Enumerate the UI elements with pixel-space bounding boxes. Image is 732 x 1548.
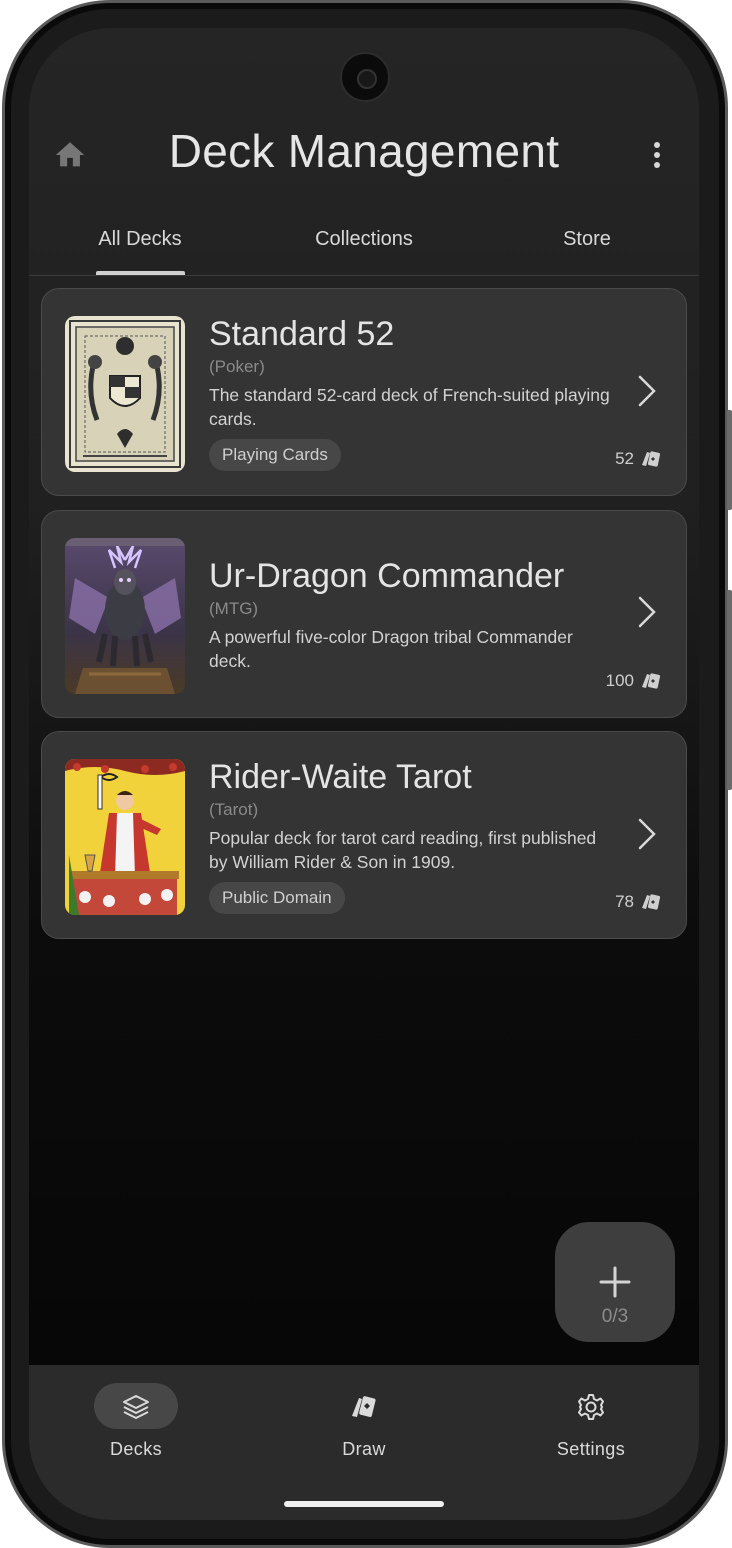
deck-description: A powerful five-color Dragon tribal Comm… xyxy=(209,627,573,671)
deck-card-rider-waite[interactable]: Rider-Waite Tarot (Tarot) Popular deck f… xyxy=(41,731,687,939)
deck-tag[interactable]: Public Domain xyxy=(209,882,345,914)
add-deck-fab[interactable]: 0/3 xyxy=(555,1222,675,1342)
deck-card-ur-dragon[interactable]: Ur-Dragon Commander (MTG) A powerful fiv… xyxy=(41,510,687,718)
power-button xyxy=(727,410,732,510)
more-vert-icon xyxy=(654,142,660,168)
plus-icon xyxy=(599,1266,631,1298)
magician-tarot-thumbnail xyxy=(65,759,185,915)
card-count: 78 xyxy=(615,892,634,911)
dragon-art-thumbnail xyxy=(65,538,185,694)
nav-label: Decks xyxy=(109,1439,162,1459)
ornate-card-back-thumbnail xyxy=(65,316,185,472)
deck-game: (MTG) xyxy=(209,599,259,618)
active-tab-indicator xyxy=(96,271,185,275)
card-count: 100 xyxy=(605,671,634,690)
front-camera xyxy=(340,52,390,102)
app-screen: Deck Management All Decks Collections St… xyxy=(29,28,699,1520)
deck-tag[interactable]: Playing Cards xyxy=(209,439,341,471)
bottom-navigation: Decks Draw Settings xyxy=(29,1365,699,1520)
deck-description: Popular deck for tarot card reading, fir… xyxy=(209,828,597,872)
nav-item-settings[interactable]: Settings xyxy=(524,1383,664,1473)
cards-icon xyxy=(642,451,661,467)
overflow-menu-button[interactable] xyxy=(643,138,671,172)
chevron-right-icon[interactable] xyxy=(632,814,660,854)
chevron-right-icon[interactable] xyxy=(632,371,660,411)
nav-item-draw[interactable]: Draw xyxy=(297,1383,437,1473)
page-title: Deck Management xyxy=(168,125,560,177)
tab-bar: All Decks Collections Store xyxy=(29,224,699,276)
gesture-home-indicator[interactable] xyxy=(284,1501,444,1507)
nav-label: Settings xyxy=(556,1439,626,1459)
tab-all-decks[interactable]: All Decks xyxy=(40,224,240,276)
deck-card-standard-52[interactable]: Standard 52 (Poker) The standard 52-card… xyxy=(41,288,687,496)
nav-item-decks[interactable]: Decks xyxy=(69,1383,209,1473)
tab-collections[interactable]: Collections xyxy=(264,224,464,276)
cards-icon xyxy=(642,894,661,910)
deck-game: (Poker) xyxy=(209,357,265,376)
cards-icon xyxy=(352,1396,376,1417)
deck-name: Ur-Dragon Commander xyxy=(209,557,565,595)
volume-button xyxy=(727,590,732,790)
deck-slot-count: 0/3 xyxy=(601,1306,629,1327)
deck-description: The standard 52-card deck of French-suit… xyxy=(209,385,610,429)
nav-label: Draw xyxy=(342,1439,386,1459)
deck-game: (Tarot) xyxy=(209,800,259,819)
layers-icon xyxy=(123,1395,149,1419)
deck-name: Standard 52 xyxy=(209,315,395,353)
gear-icon xyxy=(578,1394,604,1420)
cards-icon xyxy=(642,673,661,689)
chevron-right-icon[interactable] xyxy=(632,592,660,632)
deck-name: Rider-Waite Tarot xyxy=(209,758,472,796)
card-count: 52 xyxy=(615,449,634,468)
tab-store[interactable]: Store xyxy=(487,224,687,276)
